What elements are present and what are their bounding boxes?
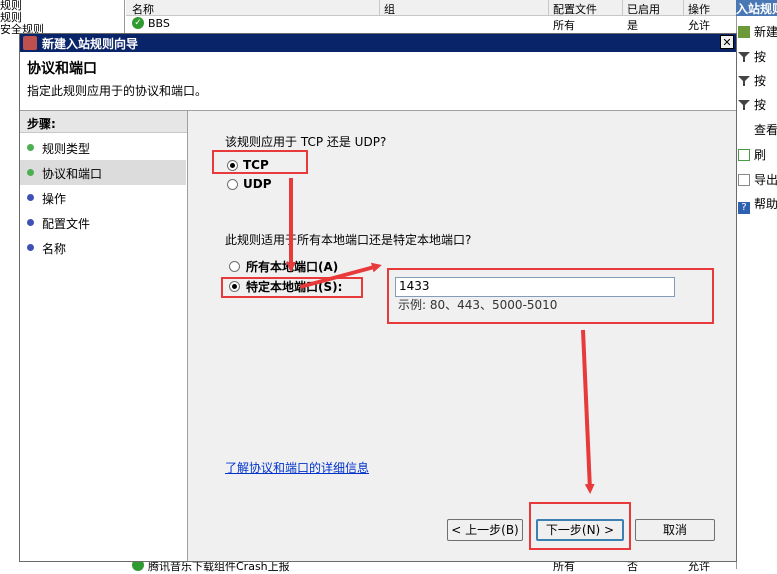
annotation-arrows [286,178,595,494]
